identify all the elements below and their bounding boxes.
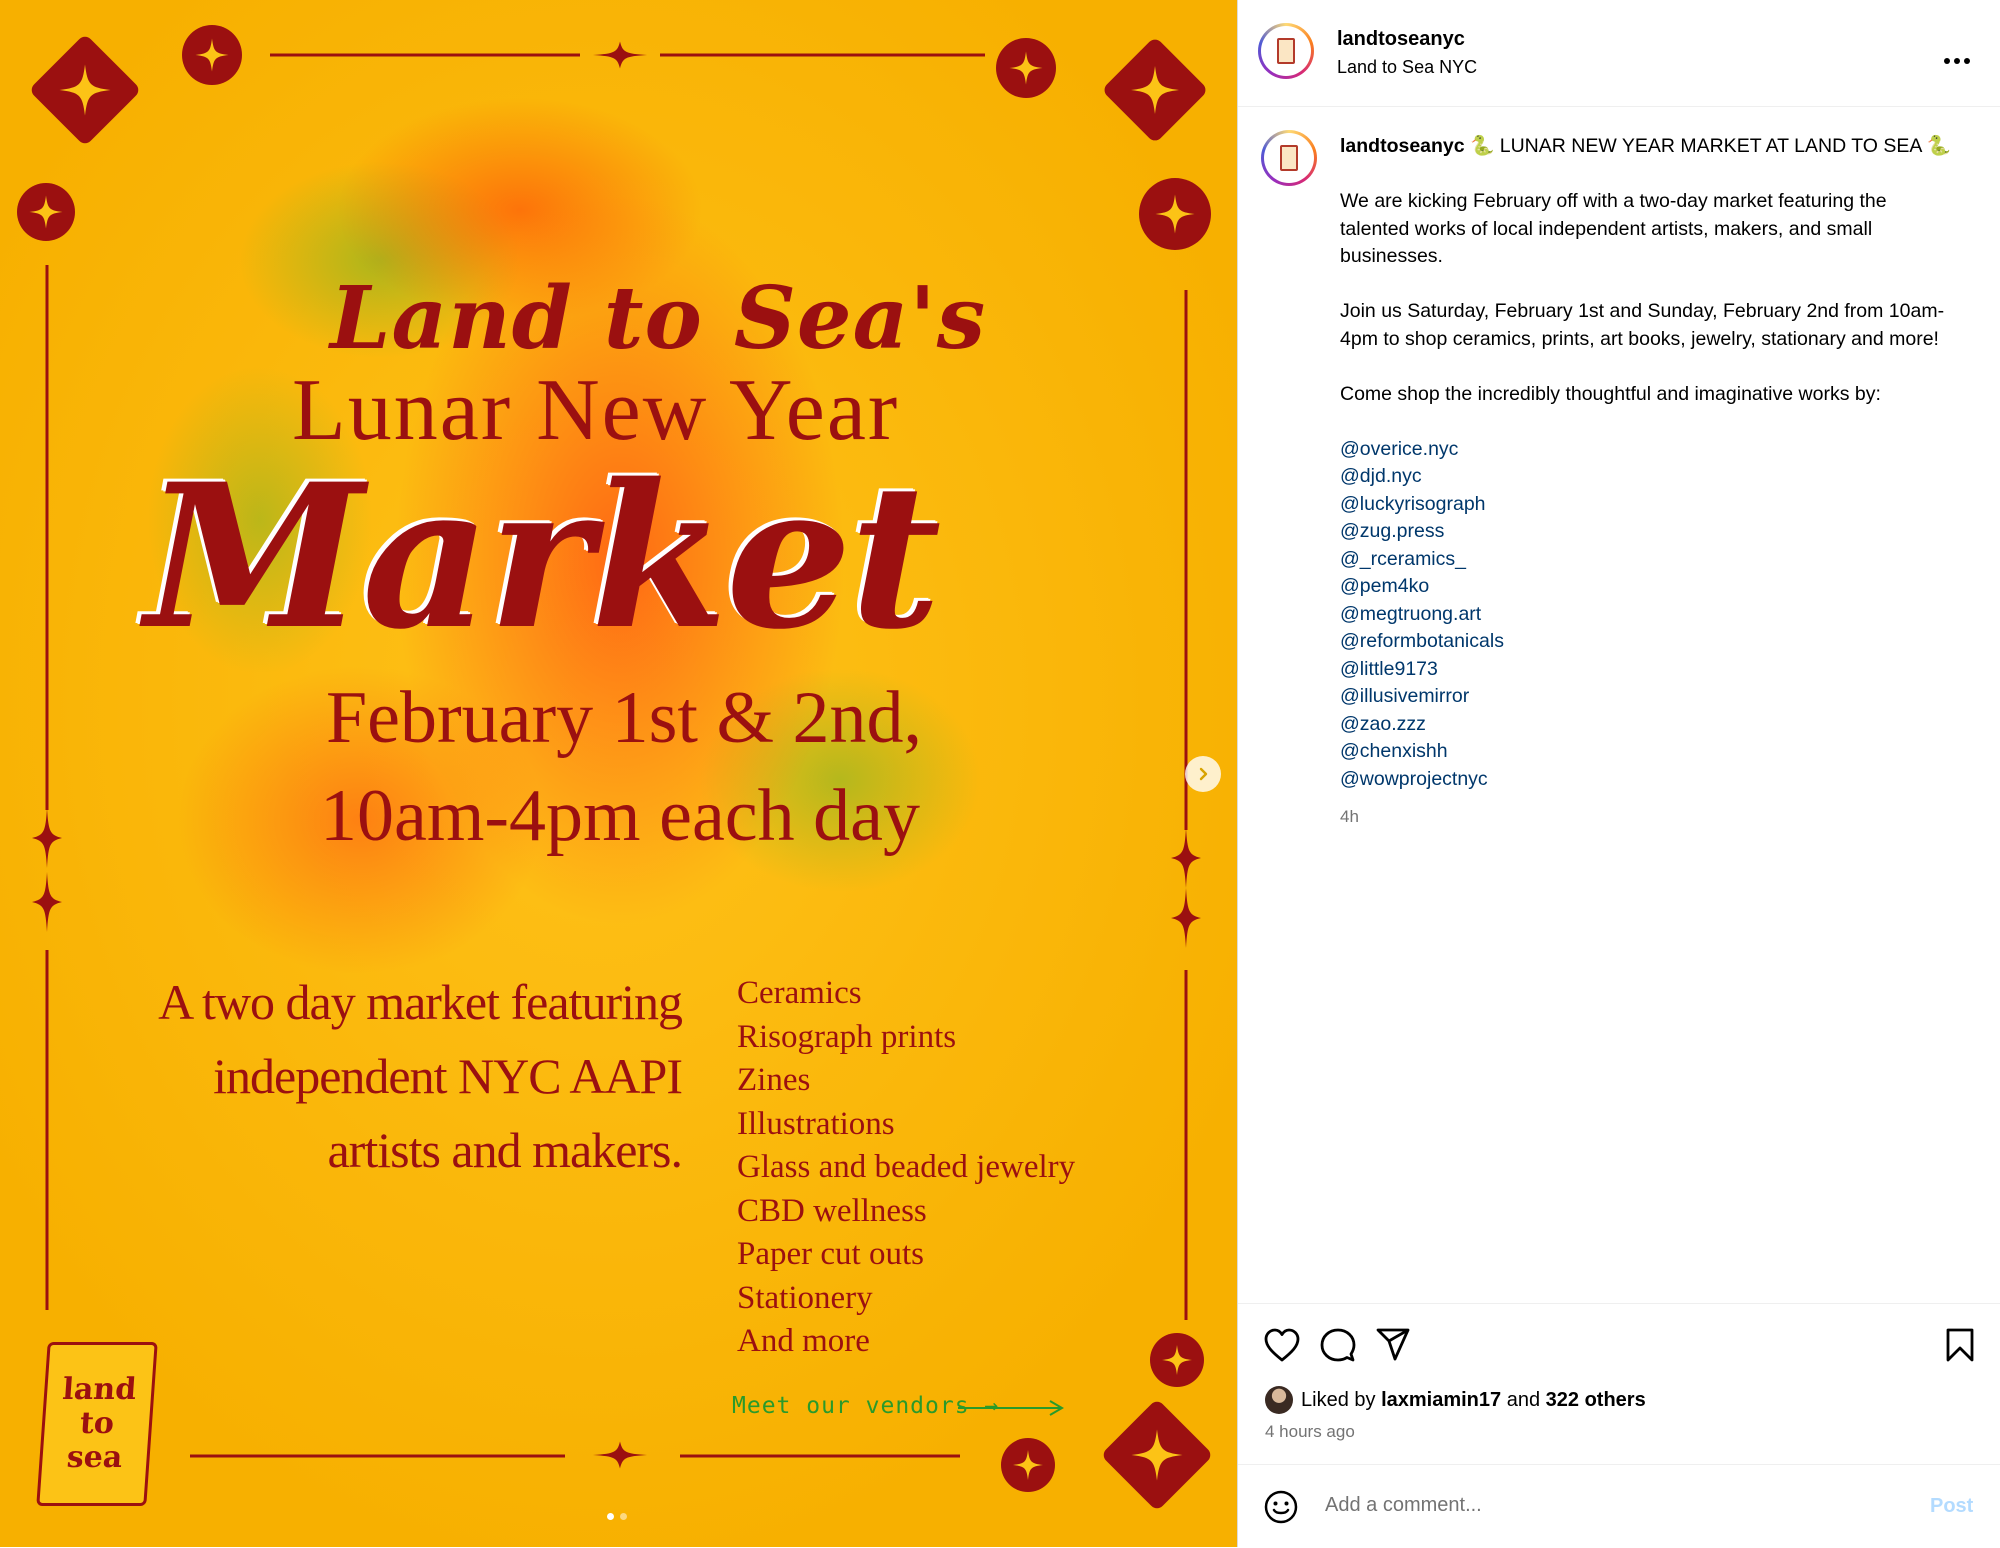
- poster-item: Illustrations: [737, 1105, 895, 1142]
- post-side-panel: landtoseanyc Land to Sea NYC landtoseany…: [1237, 0, 2000, 1547]
- poster-item: CBD wellness: [737, 1192, 927, 1229]
- poster-item: Risograph prints: [737, 1018, 957, 1055]
- chevron-right-icon: [1199, 767, 1208, 781]
- mention-link[interactable]: @zug.press: [1340, 518, 1960, 546]
- caption-username[interactable]: landtoseanyc: [1340, 135, 1465, 157]
- poster-hours-line: 10am-4pm each day: [320, 775, 920, 857]
- heart-icon: [1264, 1328, 1300, 1362]
- like-button[interactable]: [1263, 1327, 1301, 1368]
- mention-link[interactable]: @illusivemirror: [1340, 683, 1960, 711]
- poster-item: Zines: [737, 1062, 811, 1098]
- smiley-icon: [1264, 1490, 1298, 1524]
- share-button[interactable]: [1375, 1327, 1411, 1368]
- caption-timestamp[interactable]: 4h: [1340, 803, 1960, 831]
- emoji-button[interactable]: [1263, 1489, 1299, 1530]
- poster-headline: Market: [145, 440, 941, 673]
- land-to-sea-logo: land to sea: [36, 1342, 158, 1506]
- mention-link[interactable]: @little9173: [1340, 656, 1960, 684]
- caption-paragraph: Join us Saturday, February 1st and Sunda…: [1340, 300, 1945, 350]
- save-button[interactable]: [1944, 1327, 1976, 1368]
- poster-description-line: A two day market featuring: [158, 974, 683, 1030]
- post-image[interactable]: Land to Sea's Lunar New Year Market Febr…: [0, 0, 1237, 1547]
- carousel-dot-active: [607, 1513, 614, 1520]
- poster-date-line: February 1st & 2nd,: [326, 677, 923, 759]
- more-options-button[interactable]: [1943, 40, 1971, 72]
- poster-description-line: artists and makers.: [327, 1122, 683, 1178]
- mention-link[interactable]: @reformbotanicals: [1340, 628, 1960, 656]
- likes-prefix: Liked by: [1301, 1388, 1376, 1411]
- likes-count[interactable]: 322 others: [1546, 1389, 1646, 1412]
- caption-title-block: landtoseanyc 🐍 LUNAR NEW YEAR MARKET AT …: [1340, 133, 1960, 161]
- mention-link[interactable]: @overice.nyc: [1340, 436, 1960, 464]
- liker-username[interactable]: laxmiamin17: [1381, 1389, 1501, 1412]
- comment-input[interactable]: [1323, 1493, 1847, 1518]
- more-horizontal-icon: [1944, 58, 1970, 64]
- carousel-next-button[interactable]: [1185, 756, 1221, 792]
- post-header: landtoseanyc Land to Sea NYC: [1238, 0, 2000, 107]
- mention-link[interactable]: @wowprojectnyc: [1340, 766, 1960, 794]
- post-caption: landtoseanyc 🐍 LUNAR NEW YEAR MARKET AT …: [1340, 133, 1960, 831]
- comment-button[interactable]: [1320, 1327, 1356, 1368]
- comment-icon: [1320, 1328, 1356, 1362]
- post-timestamp[interactable]: 4 hours ago: [1265, 1422, 1355, 1442]
- caption-avatar[interactable]: [1261, 130, 1317, 186]
- poster-script-title: Land to Sea's: [330, 268, 987, 369]
- mention-link[interactable]: @luckyrisograph: [1340, 491, 1960, 519]
- logo-line: land: [61, 1372, 138, 1407]
- mention-link[interactable]: @chenxishh: [1340, 738, 1960, 766]
- liker-avatar[interactable]: [1265, 1386, 1293, 1414]
- poster-item: Ceramics: [737, 975, 862, 1011]
- header-username[interactable]: landtoseanyc: [1337, 28, 1465, 51]
- header-subtitle[interactable]: Land to Sea NYC: [1337, 57, 1477, 78]
- mention-link[interactable]: @djd.nyc: [1340, 463, 1960, 491]
- caption-title: 🐍 LUNAR NEW YEAR MARKET AT LAND TO SEA 🐍: [1470, 135, 1952, 157]
- poster-description-line: independent NYC AAPI: [213, 1048, 683, 1104]
- mention-link[interactable]: @megtruong.art: [1340, 601, 1960, 629]
- avatar[interactable]: [1258, 23, 1314, 79]
- poster-item: And more: [737, 1323, 870, 1359]
- mention-link[interactable]: @zao.zzz: [1340, 711, 1960, 739]
- poster-description: A two day market featuring independent N…: [158, 965, 683, 1187]
- bookmark-icon: [1946, 1328, 1974, 1362]
- likes-summary: Liked by laxmiamin17 and 322 others: [1265, 1386, 1646, 1414]
- poster-item: Glass and beaded jewelry: [737, 1149, 1076, 1185]
- mention-link[interactable]: @pem4ko: [1340, 573, 1960, 601]
- send-icon: [1376, 1328, 1410, 1361]
- likes-joiner: and: [1506, 1388, 1541, 1411]
- instagram-post-view: Land to Sea's Lunar New Year Market Febr…: [0, 0, 2000, 1547]
- carousel-indicator: [607, 1513, 627, 1520]
- poster-item: Paper cut outs: [737, 1236, 924, 1272]
- caption-paragraph: Come shop the incredibly thoughtful and …: [1340, 382, 1881, 405]
- caption-paragraph: We are kicking February off with a two-d…: [1340, 190, 1887, 267]
- post-comment-button[interactable]: Post: [1930, 1495, 1973, 1518]
- action-bar-divider: [1238, 1303, 2000, 1304]
- comment-bar: Post: [1238, 1464, 2000, 1548]
- mention-list: @overice.nyc @djd.nyc @luckyrisograph @z…: [1340, 436, 1960, 794]
- logo-line: to: [78, 1406, 116, 1441]
- poster-item-list: Ceramics Risograph prints Zines Illustra…: [737, 972, 1075, 1364]
- logo-line: sea: [65, 1440, 124, 1475]
- poster-vendors-link: Meet our vendors →: [732, 1393, 1000, 1419]
- poster-item: Stationery: [737, 1279, 873, 1316]
- carousel-dot: [620, 1513, 627, 1520]
- mention-link[interactable]: @_rceramics_: [1340, 546, 1960, 574]
